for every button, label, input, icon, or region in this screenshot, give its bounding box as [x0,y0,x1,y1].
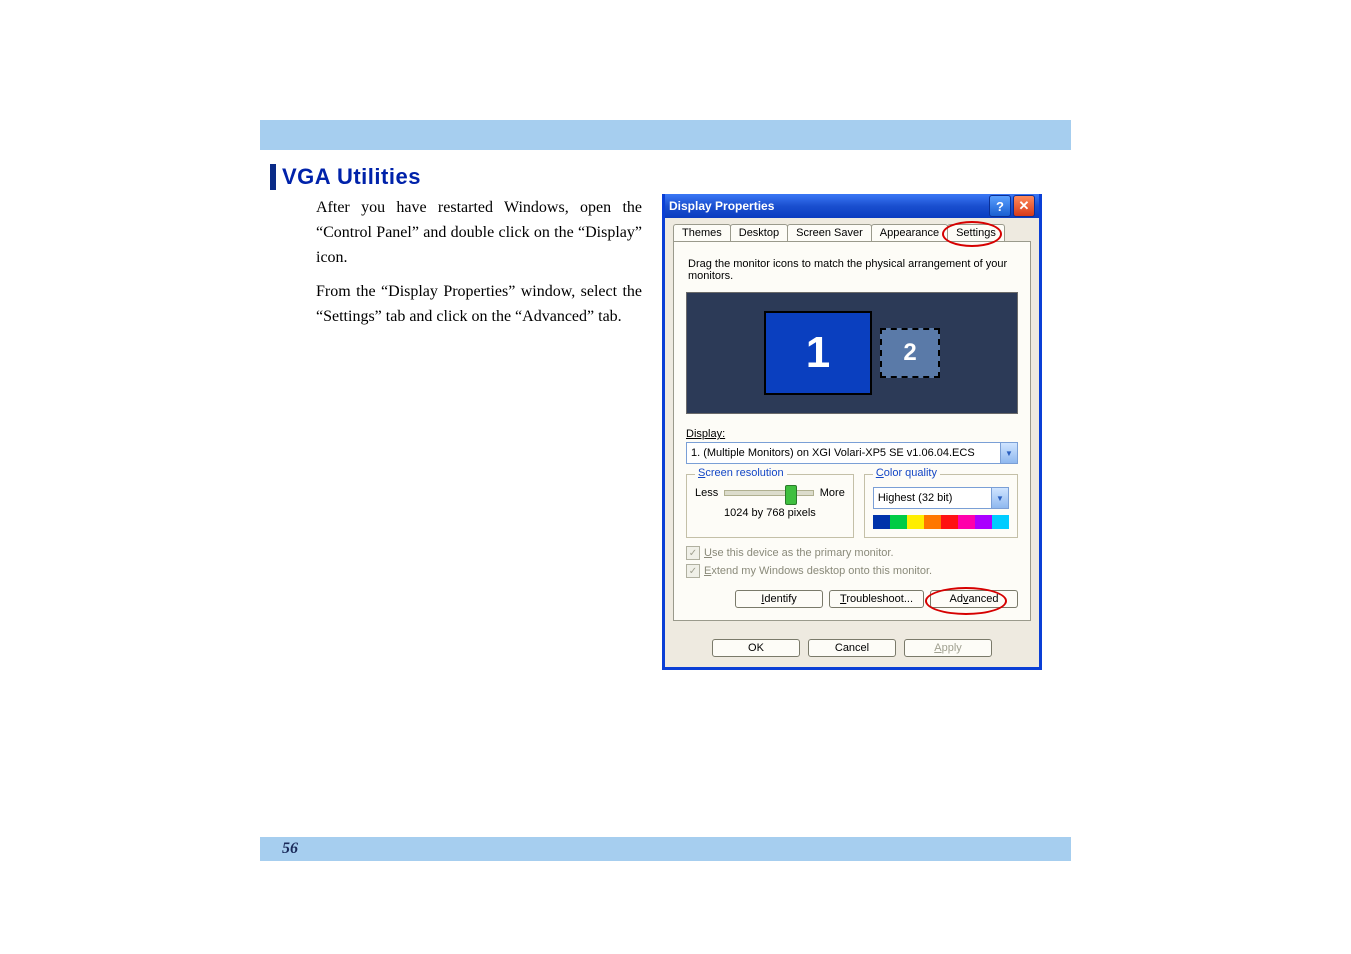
apply-button: Apply [904,639,992,657]
troubleshoot-button[interactable]: Troubleshoot... [829,590,924,608]
bottom-color-band [320,837,1071,861]
primary-monitor-check: ✓ Use this device as the primary monitor… [686,546,1018,560]
settings-button-row: Identify Troubleshoot... Advanced [686,590,1018,608]
ok-button[interactable]: OK [712,639,800,657]
checkbox-icon: ✓ [686,564,700,578]
heading-accent-bar [270,164,276,190]
resolution-slider[interactable] [724,490,814,496]
tab-settings[interactable]: Settings [947,224,1005,241]
extend-desktop-check: ✓ Extend my Windows desktop onto this mo… [686,564,1018,578]
primary-monitor-label: Use this device as the primary monitor. [704,547,894,559]
monitor-1[interactable]: 1 [764,311,872,395]
monitor-checkboxes: ✓ Use this device as the primary monitor… [686,546,1018,578]
color-swatch [890,515,907,529]
tab-screen-saver-label: Screen Saver [796,227,863,239]
tab-settings-label: Settings [956,227,996,239]
monitor-1-label: 1 [806,328,830,378]
display-combo[interactable]: 1. (Multiple Monitors) on XGI Volari-XP5… [686,442,1018,464]
tab-screen-saver[interactable]: Screen Saver [787,224,872,241]
resolution-slider-row: Less More [695,487,845,499]
color-quality-group: Color quality Highest (32 bit) ▼ [864,474,1018,538]
color-quality-combo[interactable]: Highest (32 bit) ▼ [873,487,1009,509]
chevron-down-icon[interactable]: ▼ [991,488,1008,508]
chevron-glyph: ▼ [996,494,1004,503]
screen-resolution-legend: SScreen resolutioncreen resolution [695,467,787,479]
tab-strip: Themes Desktop Screen Saver Appearance S… [665,218,1039,241]
display-label-text: Display: [686,428,725,440]
page-number: 56 [260,837,320,861]
slider-more-label: More [820,487,845,499]
slider-thumb[interactable] [785,485,797,505]
monitor-arrangement-area[interactable]: 1 2 [686,292,1018,414]
resolution-value: 1024 by 768 pixels [695,507,845,519]
resolution-color-row: SScreen resolutioncreen resolution Less … [686,474,1018,538]
section-heading: VGA Utilities [282,164,421,190]
extend-desktop-label: Extend my Windows desktop onto this moni… [704,565,932,577]
display-label: Display: [686,428,1018,440]
monitor-2-label: 2 [903,339,916,367]
color-quality-legend: Color quality [873,467,940,479]
slider-less-label: Less [695,487,718,499]
tab-desktop[interactable]: Desktop [730,224,788,241]
screen-resolution-group: SScreen resolutioncreen resolution Less … [686,474,854,538]
color-swatch [975,515,992,529]
color-quality-value: Highest (32 bit) [874,490,991,506]
settings-tab-body: Drag the monitor icons to match the phys… [673,241,1031,621]
manual-page: VGA Utilities After you have restarted W… [0,0,1351,954]
monitor-2[interactable]: 2 [880,328,940,378]
chevron-down-icon[interactable]: ▼ [1000,443,1017,463]
paragraph-1: After you have restarted Windows, open t… [316,196,642,270]
identify-button[interactable]: Identify [735,590,823,608]
help-button[interactable]: ? [989,195,1011,217]
cancel-button[interactable]: Cancel [808,639,896,657]
dialog-button-row: OK Cancel Apply [665,629,1039,667]
color-swatch [907,515,924,529]
close-icon: ✕ [1019,198,1030,214]
top-color-band [260,120,1071,150]
heading-row: VGA Utilities [270,164,1040,190]
close-button[interactable]: ✕ [1013,195,1035,217]
chevron-glyph: ▼ [1005,449,1013,458]
arrangement-instruction: Drag the monitor icons to match the phys… [688,258,1016,282]
tab-appearance-label: Appearance [880,227,939,239]
body-text: After you have restarted Windows, open t… [316,196,642,330]
window-title: Display Properties [669,199,774,213]
tab-themes[interactable]: Themes [673,224,731,241]
help-icon: ? [996,199,1004,214]
color-swatch [958,515,975,529]
checkbox-icon: ✓ [686,546,700,560]
tab-desktop-label: Desktop [739,227,779,239]
tab-themes-label: Themes [682,227,722,239]
color-swatch [941,515,958,529]
tab-appearance[interactable]: Appearance [871,224,948,241]
display-properties-dialog: Display Properties ? ✕ Themes Desktop Sc… [662,194,1042,670]
titlebar[interactable]: Display Properties ? ✕ [665,194,1039,218]
advanced-button[interactable]: Advanced [930,590,1018,608]
display-combo-value: 1. (Multiple Monitors) on XGI Volari-XP5… [687,445,1000,461]
color-swatch [873,515,890,529]
color-preview-strip [873,515,1009,529]
paragraph-2: From the “Display Properties” window, se… [316,280,642,330]
color-swatch [924,515,941,529]
color-swatch [992,515,1009,529]
